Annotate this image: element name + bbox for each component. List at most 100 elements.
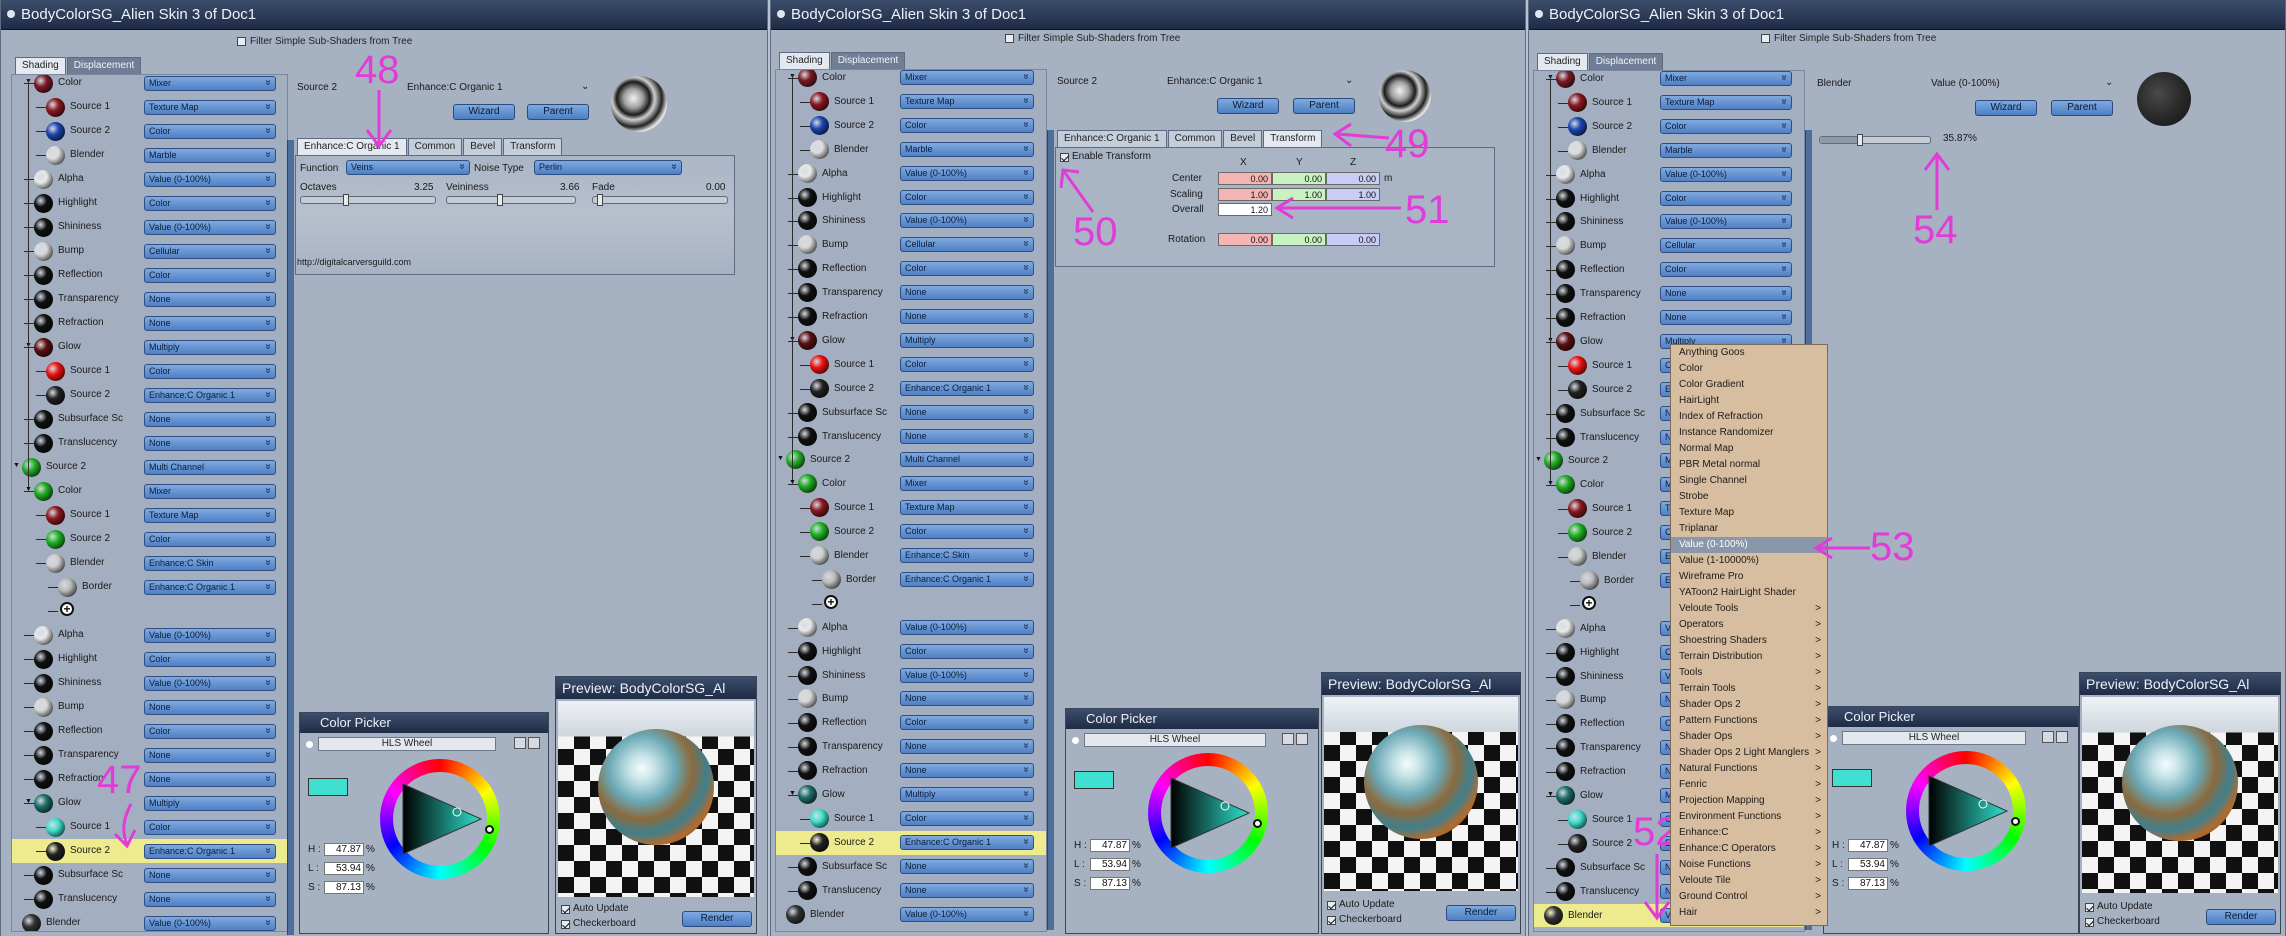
color-picker-title[interactable]: Color Picker — [1824, 707, 2078, 727]
octaves-slider[interactable] — [300, 194, 436, 206]
menu-item[interactable]: Value (1-10000%) — [1671, 553, 1827, 569]
menu-item[interactable]: Wireframe Pro — [1671, 569, 1827, 585]
render-button[interactable]: Render — [1446, 905, 1516, 921]
tree-row[interactable]: Source 1Color — [12, 815, 287, 839]
shader-type-select[interactable]: Mixer — [900, 476, 1034, 492]
shader-type-select[interactable]: Mixer — [144, 484, 276, 499]
color-picker-dot-icon[interactable] — [1830, 735, 1837, 742]
shader-type-select[interactable]: Enhance:C Skin — [900, 548, 1034, 563]
expand-collapse-icon[interactable]: ▼ — [789, 72, 798, 81]
shader-type-select[interactable]: Enhance:C Organic 1 — [144, 580, 276, 595]
tree-row[interactable]: ▼ Color Mixer — [776, 472, 1046, 496]
s-input[interactable]: 87.13 — [324, 881, 364, 894]
checkerboard-checkbox[interactable] — [2085, 918, 2094, 927]
tree-splitter-bar[interactable] — [287, 140, 294, 935]
window-menu-dot-icon[interactable] — [7, 10, 15, 18]
value-slider[interactable] — [1819, 134, 1931, 146]
tree-row[interactable]: Border Enhance:C Organic 1 — [12, 575, 287, 599]
tree-row[interactable]: Source 2Enhance:C Organic 1 — [12, 839, 287, 863]
shader-type-select[interactable]: Color — [144, 652, 276, 667]
tab-shading[interactable]: Shading — [15, 57, 66, 74]
shader-type-select[interactable]: None — [144, 436, 276, 451]
tree-row[interactable]: Highlight Color — [12, 647, 287, 671]
picker-button-b-icon[interactable] — [1296, 733, 1308, 745]
menu-item[interactable]: Normal Map — [1671, 441, 1827, 457]
add-node-icon[interactable]: + — [60, 602, 74, 616]
prop-value-chevron-icon[interactable]: ⌄ — [2105, 77, 2113, 88]
tree-row[interactable]: Reflection Color — [12, 719, 287, 743]
checkerboard-checkbox[interactable] — [561, 920, 570, 929]
shader-type-select[interactable]: Color — [144, 124, 276, 139]
shader-type-select[interactable]: Color — [900, 117, 1034, 133]
tree-row[interactable]: Source 2Enhance:C Organic 1 — [12, 383, 287, 407]
tree-row[interactable]: Highlight Color — [776, 186, 1046, 210]
tree-row[interactable]: Source 1 Texture Map — [776, 496, 1046, 520]
tree-row[interactable]: Source 2 Color — [12, 119, 287, 143]
tree-row[interactable]: Bump Cellular — [776, 233, 1046, 257]
tree-row[interactable]: Reflection Color — [1534, 258, 1804, 282]
tab-enhance-organic[interactable]: Enhance:C Organic 1 — [1057, 130, 1167, 147]
tree-row[interactable]: Alpha Value (0-100%) — [12, 167, 287, 191]
menu-item[interactable]: PBR Metal normal — [1671, 457, 1827, 473]
shader-type-select[interactable]: Value (0-100%) — [1660, 166, 1792, 182]
shader-type-select[interactable]: Value (0-100%) — [144, 220, 276, 235]
octaves-slider-knob[interactable] — [343, 194, 349, 206]
tree-row[interactable]: TransparencyNone — [12, 743, 287, 767]
shader-type-select[interactable]: Color — [1660, 118, 1792, 134]
shader-type-select[interactable]: Texture Map — [144, 100, 276, 115]
shader-type-select[interactable]: Marble — [144, 148, 276, 163]
fade-slider[interactable] — [592, 194, 728, 206]
shader-type-select[interactable]: Value (0-100%) — [900, 667, 1034, 683]
h-input[interactable]: 47.87 — [1090, 839, 1130, 852]
shader-type-select[interactable]: Value (0-100%) — [144, 916, 276, 931]
menu-item[interactable]: Pattern Functions > — [1671, 713, 1827, 729]
tab-shading[interactable]: Shading — [1537, 53, 1588, 70]
tree-row[interactable]: Highlight Color — [1534, 187, 1804, 211]
tab-transform[interactable]: Transform — [1263, 130, 1323, 147]
preview-title[interactable]: Preview: BodyColorSG_Al — [556, 677, 756, 699]
expand-collapse-icon[interactable]: ▼ — [25, 797, 34, 806]
shader-type-select[interactable]: Multiply — [900, 332, 1034, 348]
menu-item[interactable]: Fenric > — [1671, 777, 1827, 793]
shader-type-select[interactable]: Color — [900, 261, 1034, 277]
menu-item[interactable]: Triplanar — [1671, 521, 1827, 537]
picker-button-a-icon[interactable] — [1282, 733, 1294, 745]
shader-type-select[interactable]: Color — [144, 364, 276, 379]
tree-row[interactable]: Border Enhance:C Organic 1 — [776, 568, 1046, 592]
l-input[interactable]: 53.94 — [1848, 858, 1888, 871]
prop-value-chevron-icon[interactable]: ⌄ — [581, 81, 589, 92]
filter-simple-checkbox-row[interactable]: Filter Simple Sub-Shaders from Tree — [237, 33, 412, 49]
shader-type-select[interactable]: Value (0-100%) — [144, 676, 276, 691]
window-menu-dot-icon[interactable] — [1535, 10, 1543, 18]
scaling-x-input[interactable]: 1.00 — [1218, 188, 1272, 201]
tree-row[interactable]: + — [776, 592, 1046, 616]
color-picker-dot-icon[interactable] — [1072, 737, 1079, 744]
function-select[interactable]: Veins — [346, 160, 470, 175]
expand-collapse-icon[interactable]: ▼ — [25, 341, 34, 350]
tree-row[interactable]: Blender Value (0-100%) — [12, 911, 287, 931]
tree-row[interactable]: Bump None — [776, 687, 1046, 711]
enable-transform-checkbox[interactable] — [1060, 153, 1069, 162]
shader-type-select[interactable]: Texture Map — [1660, 94, 1792, 110]
menu-item[interactable]: Terrain Distribution > — [1671, 649, 1827, 665]
shader-type-select[interactable]: Color — [144, 268, 276, 283]
tree-row[interactable]: Refraction None — [12, 311, 287, 335]
color-picker-dot-icon[interactable] — [306, 741, 313, 748]
shader-type-select[interactable]: Value (0-100%) — [900, 213, 1034, 229]
tree-row[interactable]: ▼ Glow Multiply — [776, 783, 1046, 807]
window-titlebar[interactable]: BodyColorSG_Alien Skin 3 of Doc1 — [771, 0, 1525, 30]
shader-type-select[interactable]: Texture Map — [900, 500, 1034, 516]
shader-type-select[interactable]: Color — [144, 724, 276, 739]
tree-row[interactable]: Subsurface Sc None — [776, 855, 1046, 879]
shader-type-select[interactable]: None — [900, 309, 1034, 324]
shader-type-select[interactable]: None — [900, 691, 1034, 707]
s-input[interactable]: 87.13 — [1090, 877, 1130, 890]
tree-row[interactable]: Alpha Value (0-100%) — [12, 623, 287, 647]
preview-title[interactable]: Preview: BodyColorSG_Al — [1322, 673, 1520, 695]
menu-item[interactable]: Noise Functions > — [1671, 857, 1827, 873]
tree-row[interactable]: Blender Marble — [1534, 139, 1804, 163]
shader-type-select[interactable]: Cellular — [144, 244, 276, 259]
l-input[interactable]: 53.94 — [1090, 858, 1130, 871]
expand-collapse-icon[interactable]: ▼ — [789, 789, 798, 798]
s-input[interactable]: 87.13 — [1848, 877, 1888, 890]
